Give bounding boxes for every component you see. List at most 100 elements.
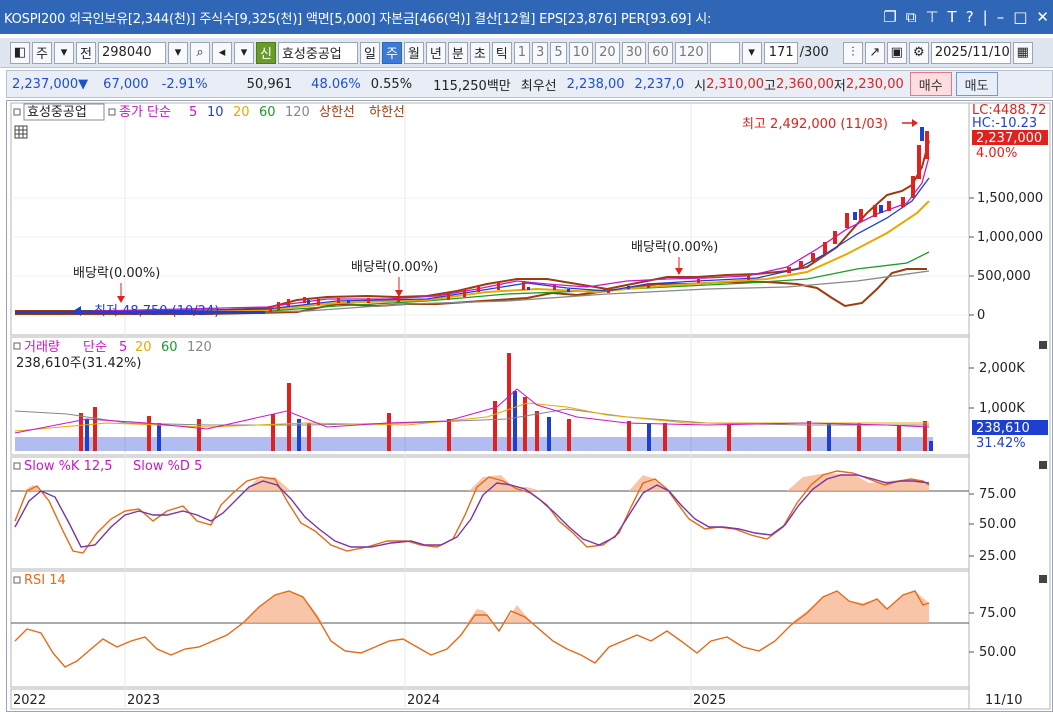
current-pct-label: 4.00%	[976, 146, 1017, 161]
quote-bar: 2,237,000▼ 67,000 -2.91% 50,961 48.06% 0…	[6, 70, 1053, 98]
sell-button[interactable]: 매도	[955, 72, 998, 96]
stock-name-field[interactable]: 효성중공업	[277, 41, 358, 64]
volume-ma20: 20	[135, 340, 152, 355]
sound-dropdown-icon[interactable]: ▾	[234, 41, 254, 64]
price-tick-500000: 500,000	[977, 269, 1031, 284]
chart-svg[interactable]: 효성중공업 종가 단순 5 10 20 60 120 상한선 하한선 최고 2,…	[7, 101, 1052, 711]
window-arrange-icon[interactable]: ❐	[883, 8, 896, 26]
period-day-button[interactable]: 일	[359, 41, 380, 64]
x-label-2025: 2025	[693, 693, 726, 708]
trade-amount: 115,250백만	[433, 78, 511, 94]
open-label: 시	[694, 78, 707, 94]
period-week-button[interactable]: 주	[381, 41, 402, 64]
current-price-tag-text: 2,237,000	[976, 131, 1042, 146]
dropdown-icon[interactable]: ▾	[54, 41, 74, 64]
period-second-button[interactable]: 초	[469, 41, 490, 64]
period-minute-button[interactable]: 분	[447, 41, 468, 64]
date-input[interactable]: 2025/11/10	[930, 41, 1011, 64]
rsi-panel-close-icon[interactable]	[1039, 575, 1047, 583]
window-copy-icon[interactable]: ⧉	[906, 8, 917, 26]
pin-icon[interactable]: ⊤	[925, 8, 938, 26]
turnover-rate: 0.55%	[370, 76, 413, 92]
interval-10-button[interactable]: 10	[568, 41, 594, 64]
font-icon[interactable]: T	[948, 8, 957, 26]
sound-icon[interactable]: ◂	[212, 41, 232, 64]
count-total: /300	[799, 45, 829, 60]
interval-5-button[interactable]: 5	[550, 41, 567, 64]
table-icon[interactable]	[14, 125, 28, 139]
hc-label: HC:-10.23	[972, 116, 1037, 131]
volume-value-line: 238,610주(31.42%)	[16, 356, 141, 371]
dividend-label-2025: 배당락(0.00%)	[631, 240, 718, 255]
help-icon[interactable]: ?	[966, 8, 974, 26]
close-icon[interactable]: ✕	[1036, 8, 1049, 26]
volume-ma60: 60	[161, 340, 178, 355]
volume-tick-2000k: 2,000K	[979, 361, 1025, 376]
legend-ma120: 120	[285, 105, 310, 120]
volume-ma-label: 단순	[83, 340, 107, 355]
best-ask: 2,237,0	[634, 76, 685, 92]
dividend-label-2023: 배당락(0.00%)	[73, 266, 160, 281]
low-label: 저	[833, 78, 846, 94]
interval-3-button[interactable]: 3	[532, 41, 549, 64]
code-dropdown-icon[interactable]: ▾	[168, 41, 188, 64]
minimize-icon[interactable]: –	[997, 8, 1005, 26]
volume-ma120: 120	[187, 340, 212, 355]
main-toggle-button[interactable]: 주	[32, 41, 52, 64]
volume-base-band	[15, 437, 933, 451]
save-icon[interactable]: ▣	[886, 41, 907, 64]
rsi-title: RSI 14	[24, 573, 66, 588]
interval-30-button[interactable]: 30	[621, 41, 647, 64]
search-icon[interactable]: ⌕	[190, 41, 210, 64]
x-label-2024: 2024	[407, 693, 440, 708]
count-input[interactable]: 171	[763, 41, 798, 64]
dividend-label-2024: 배당락(0.00%)	[351, 260, 438, 275]
volume-title: 거래량	[24, 340, 60, 355]
interval-60-button[interactable]: 60	[648, 41, 673, 64]
trend-icon[interactable]: ↗	[864, 41, 885, 64]
volume-panel-close-icon[interactable]	[1039, 341, 1047, 349]
interval-120-button[interactable]: 120	[674, 41, 708, 64]
interval-dropdown-icon[interactable]: ▾	[741, 41, 762, 64]
prev-button[interactable]: 전	[76, 41, 96, 64]
settings-gear-icon[interactable]: ⚙	[908, 41, 929, 64]
candle-icon[interactable]: ⫶	[842, 41, 863, 64]
chart-area[interactable]: 효성중공업 종가 단순 5 10 20 60 120 상한선 하한선 최고 2,…	[6, 100, 1053, 712]
period-month-button[interactable]: 월	[403, 41, 424, 64]
low-price: 2,230,00	[845, 76, 904, 92]
buy-button[interactable]: 매수	[909, 72, 952, 96]
volume-tick-1000k: 1,000K	[979, 401, 1025, 416]
high-price: 2,360,00	[775, 76, 834, 92]
interval-custom-input[interactable]	[709, 41, 740, 64]
maximize-icon[interactable]: □	[1013, 8, 1027, 26]
legend-ma5: 5	[189, 105, 197, 120]
title-bar-text: KOSPI200 외국인보유[2,344(천)] 주식수[9,325(천)] 액…	[4, 11, 712, 27]
best-quote-label: 최우선	[520, 78, 557, 94]
legend-price: 종가 단순	[119, 105, 171, 120]
stock-code-input[interactable]: 298040	[98, 41, 166, 64]
price-change-pct: -2.91%	[161, 76, 208, 92]
layout-icon[interactable]: ◧	[10, 41, 30, 64]
volume-ratio: 48.06%	[311, 76, 361, 92]
calendar-icon[interactable]: ▦	[1012, 41, 1033, 64]
open-price: 2,310,00	[706, 76, 765, 92]
separator-icon: |	[982, 8, 988, 26]
legend-ma20: 20	[233, 105, 250, 120]
stoch-tick-50: 50.00	[979, 517, 1016, 532]
down-arrow-icon: ▼	[78, 76, 89, 92]
interval-1-button[interactable]: 1	[513, 41, 531, 64]
low-annotation: 최저 48,750 (10/24)	[94, 304, 219, 319]
interval-20-button[interactable]: 20	[595, 41, 620, 64]
legend-lower: 하한선	[369, 105, 405, 120]
best-bid: 2,238,00	[566, 76, 625, 92]
period-year-button[interactable]: 년	[425, 41, 446, 64]
x-label-2023: 2023	[127, 693, 160, 708]
stoch-tick-75: 75.00	[979, 487, 1016, 502]
stoch-panel-close-icon[interactable]	[1039, 461, 1047, 469]
high-label: 고	[764, 78, 776, 94]
stock-label: 효성중공업	[27, 105, 87, 120]
period-tick-button[interactable]: 틱	[491, 41, 512, 64]
price-tick-0: 0	[977, 308, 985, 323]
legend-ma60: 60	[259, 105, 276, 120]
volume-ma5: 5	[119, 340, 127, 355]
